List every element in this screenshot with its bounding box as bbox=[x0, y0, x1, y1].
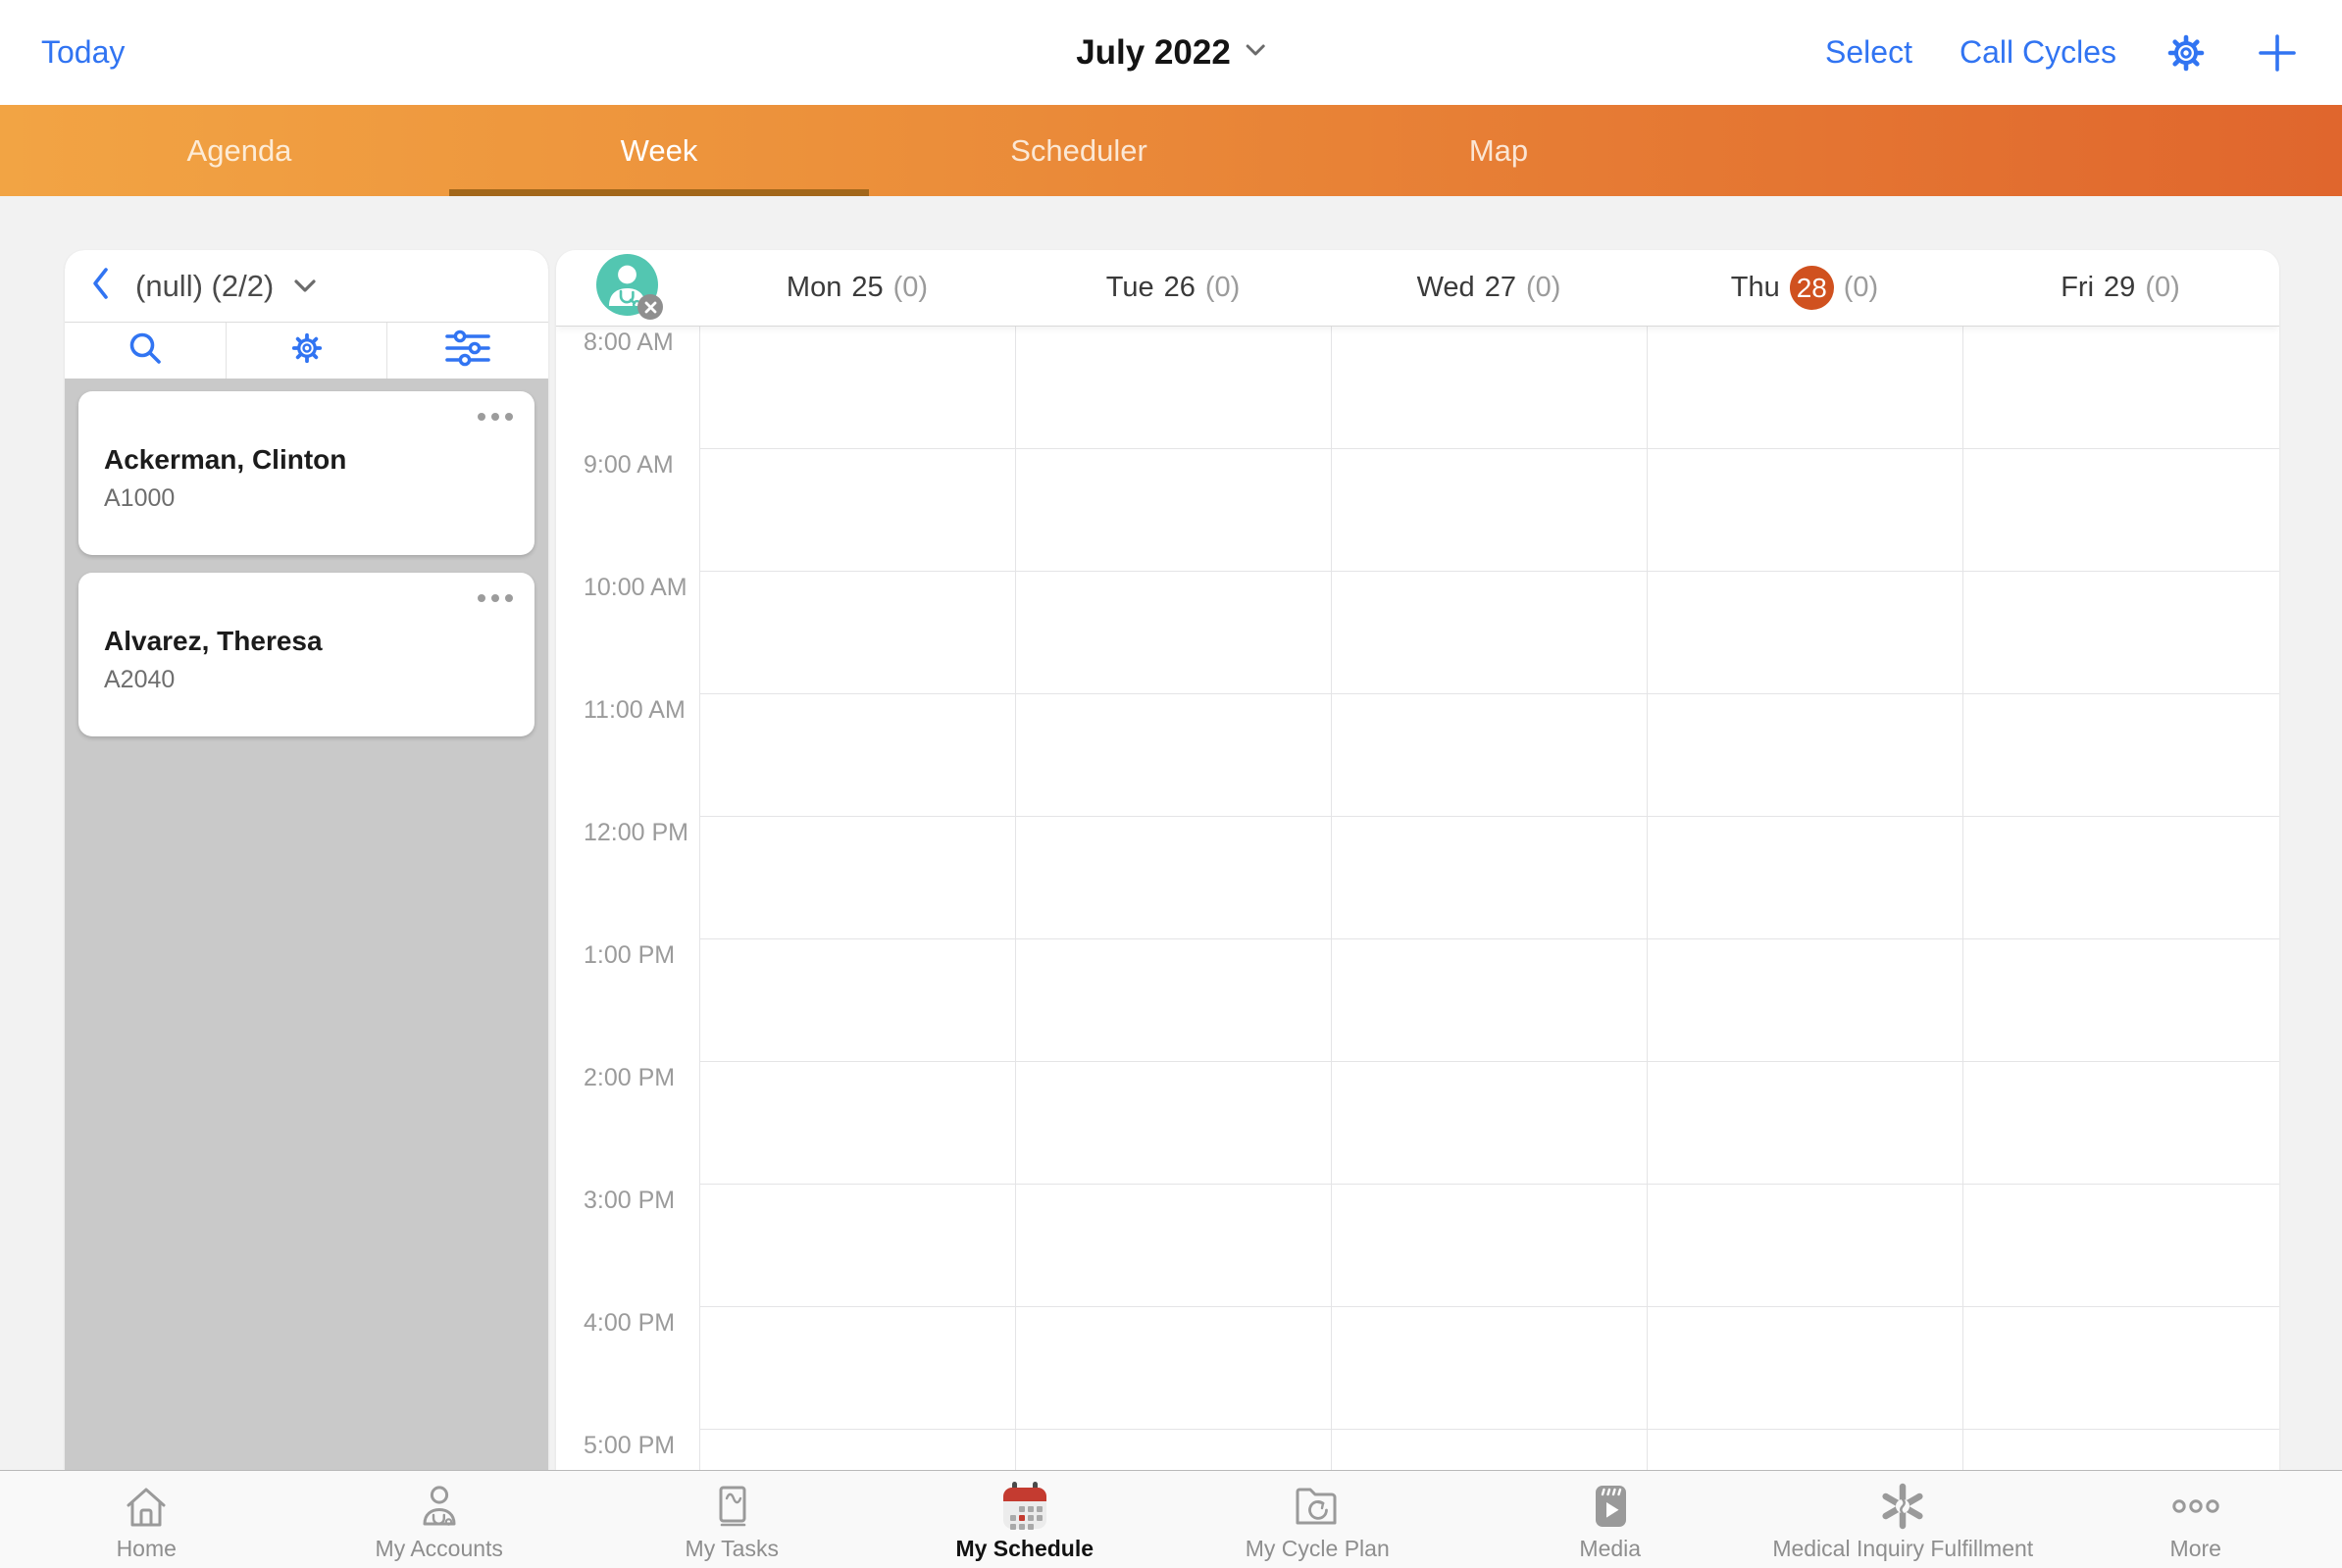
list-settings-button[interactable] bbox=[226, 323, 387, 379]
my-schedule-screen: Today July 2022 Select Call Cycles bbox=[0, 0, 2342, 1568]
calendar-grid[interactable]: 8:00 AM 9:00 AM 10:00 AM 11:00 AM 12:00 … bbox=[556, 327, 2279, 1470]
list-dropdown-chevron-icon[interactable] bbox=[293, 278, 317, 293]
filter-button[interactable] bbox=[386, 323, 548, 379]
call-cycles-button[interactable]: Call Cycles bbox=[1960, 34, 2116, 71]
time-label: 2:00 PM bbox=[584, 1064, 675, 1091]
remove-filter-x-icon[interactable] bbox=[637, 294, 663, 320]
account-more-icon[interactable] bbox=[478, 413, 513, 421]
tab-agenda[interactable]: Agenda bbox=[29, 105, 449, 196]
tasks-icon bbox=[708, 1479, 755, 1534]
today-date-badge: 28 bbox=[1790, 266, 1834, 310]
tabbar-item-media[interactable]: Media bbox=[1464, 1471, 1757, 1568]
topbar-actions: Select Call Cycles bbox=[1825, 0, 2299, 105]
accounts-icon bbox=[416, 1479, 463, 1534]
account-name: Alvarez, Theresa bbox=[104, 626, 323, 657]
account-list-panel: (null) (2/2) bbox=[65, 250, 548, 1470]
media-play-icon bbox=[1588, 1479, 1633, 1534]
day-header-mon[interactable]: Mon 25 (0) bbox=[699, 250, 1015, 326]
time-label: 9:00 AM bbox=[584, 451, 674, 479]
tab-scheduler[interactable]: Scheduler bbox=[869, 105, 1289, 196]
search-icon bbox=[127, 330, 163, 371]
day-header-tue[interactable]: Tue 26 (0) bbox=[1015, 250, 1331, 326]
time-label: 3:00 PM bbox=[584, 1187, 675, 1214]
home-icon bbox=[122, 1479, 171, 1534]
calendar-day-header-row: Mon 25 (0) Tue 26 (0) Wed 27 (0) Thu 28 … bbox=[556, 250, 2279, 327]
tabbar-item-my-tasks[interactable]: My Tasks bbox=[586, 1471, 879, 1568]
select-button[interactable]: Select bbox=[1825, 34, 1912, 71]
time-label: 10:00 AM bbox=[584, 574, 687, 601]
view-tabs: Agenda Week Scheduler Map bbox=[0, 105, 2342, 196]
column-divider bbox=[699, 327, 700, 1470]
account-more-icon[interactable] bbox=[478, 594, 513, 602]
time-label: 8:00 AM bbox=[584, 329, 674, 356]
filtered-user-avatar[interactable] bbox=[596, 254, 658, 316]
cycle-plan-folder-icon bbox=[1293, 1479, 1342, 1534]
column-divider bbox=[1962, 327, 1963, 1470]
page-title: July 2022 bbox=[1076, 33, 1231, 73]
account-card[interactable]: Alvarez, Theresa A2040 bbox=[78, 573, 535, 736]
time-label: 4:00 PM bbox=[584, 1309, 675, 1337]
search-button[interactable] bbox=[65, 323, 226, 379]
top-navigation-bar: Today July 2022 Select Call Cycles bbox=[0, 0, 2342, 105]
app-tab-bar: Home My Accounts My Tasks bbox=[0, 1470, 2342, 1568]
back-chevron-icon[interactable] bbox=[90, 266, 110, 306]
account-card[interactable]: Ackerman, Clinton A1000 bbox=[78, 391, 535, 555]
tabbar-item-medical-inquiry-fulfillment[interactable]: Medical Inquiry Fulfillment bbox=[1756, 1471, 2050, 1568]
time-label: 12:00 PM bbox=[584, 819, 688, 846]
tab-week[interactable]: Week bbox=[449, 105, 869, 196]
today-button[interactable]: Today bbox=[41, 0, 125, 105]
column-divider bbox=[1015, 327, 1016, 1470]
day-header-thu-today[interactable]: Thu 28 (0) bbox=[1647, 250, 1962, 326]
hour-gridlines bbox=[699, 327, 2279, 1470]
star-of-life-icon bbox=[1879, 1479, 1926, 1534]
day-header-wed[interactable]: Wed 27 (0) bbox=[1331, 250, 1647, 326]
time-label: 1:00 PM bbox=[584, 941, 675, 969]
column-divider bbox=[1647, 327, 1648, 1470]
more-icon bbox=[2171, 1479, 2220, 1534]
day-header-fri[interactable]: Fri 29 (0) bbox=[1962, 250, 2278, 326]
column-divider bbox=[1331, 327, 1332, 1470]
account-list-title: (null) (2/2) bbox=[135, 269, 274, 304]
time-label: 5:00 PM bbox=[584, 1432, 675, 1459]
month-selector[interactable]: July 2022 bbox=[1076, 0, 1266, 105]
time-label: 11:00 AM bbox=[584, 696, 686, 724]
tabbar-item-my-cycle-plan[interactable]: My Cycle Plan bbox=[1171, 1471, 1464, 1568]
tabbar-item-my-schedule[interactable]: My Schedule bbox=[879, 1471, 1172, 1568]
settings-gear-icon[interactable] bbox=[2164, 30, 2209, 76]
tabbar-item-my-accounts[interactable]: My Accounts bbox=[293, 1471, 586, 1568]
week-calendar-panel: Mon 25 (0) Tue 26 (0) Wed 27 (0) Thu 28 … bbox=[556, 250, 2279, 1470]
account-list-header: (null) (2/2) bbox=[65, 250, 548, 322]
tabbar-item-more[interactable]: More bbox=[2050, 1471, 2342, 1568]
schedule-calendar-icon bbox=[997, 1479, 1052, 1534]
account-id: A1000 bbox=[104, 484, 175, 513]
account-list-toolbar bbox=[65, 322, 548, 379]
chevron-down-icon bbox=[1245, 43, 1266, 62]
tabbar-item-home[interactable]: Home bbox=[0, 1471, 293, 1568]
tab-map[interactable]: Map bbox=[1289, 105, 1708, 196]
account-id: A2040 bbox=[104, 666, 175, 694]
account-name: Ackerman, Clinton bbox=[104, 444, 346, 476]
gear-icon bbox=[288, 329, 326, 372]
add-plus-icon[interactable] bbox=[2256, 31, 2299, 75]
filter-sliders-icon bbox=[444, 329, 491, 372]
account-list: Ackerman, Clinton A1000 Alvarez, Theresa… bbox=[65, 379, 548, 767]
